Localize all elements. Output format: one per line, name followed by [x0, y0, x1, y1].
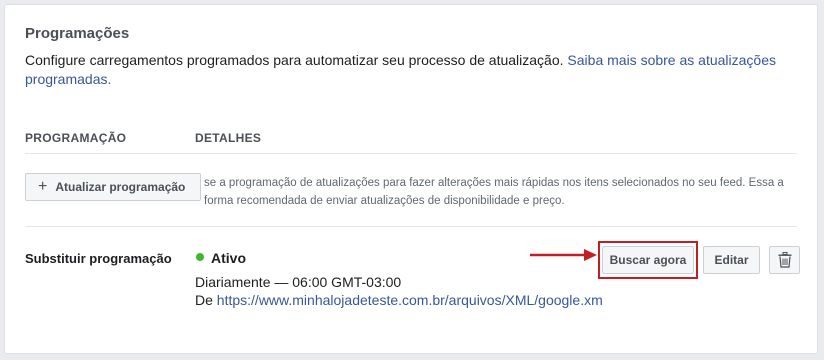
update-schedule-button[interactable]: + Atualizar programação	[25, 173, 201, 201]
section-description: Configure carregamentos programados para…	[25, 51, 795, 89]
column-header-schedule: PROGRAMAÇÃO	[25, 131, 127, 145]
status-text: Ativo	[211, 250, 246, 266]
row-divider	[25, 226, 797, 227]
status-active-dot-icon	[196, 253, 204, 261]
replace-schedule-label: Substituir programação	[25, 251, 172, 266]
fetch-now-button[interactable]: Buscar agora	[602, 246, 694, 274]
description-text: Configure carregamentos programados para…	[25, 52, 564, 68]
column-header-details: DETALHES	[195, 131, 262, 145]
source-url-link[interactable]: https://www.minhalojadeteste.com.br/arqu…	[217, 292, 603, 308]
section-title: Programações	[25, 25, 130, 42]
annotation-arrow-icon	[530, 249, 597, 261]
source-line: De https://www.minhalojadeteste.com.br/a…	[195, 292, 603, 308]
plus-icon: +	[38, 178, 48, 195]
schedule-frequency: Diariamente — 06:00 GMT-03:00	[195, 274, 402, 290]
update-schedule-details: se a programação de atualizações para fa…	[204, 177, 784, 207]
header-divider	[25, 153, 797, 154]
delete-button[interactable]	[769, 246, 800, 274]
edit-button[interactable]: Editar	[703, 246, 760, 274]
trash-icon	[778, 252, 791, 268]
source-prefix: De	[195, 292, 213, 308]
update-schedule-label: Atualizar programação	[55, 180, 186, 194]
schedules-panel: Programações Configure carregamentos pro…	[4, 4, 818, 354]
